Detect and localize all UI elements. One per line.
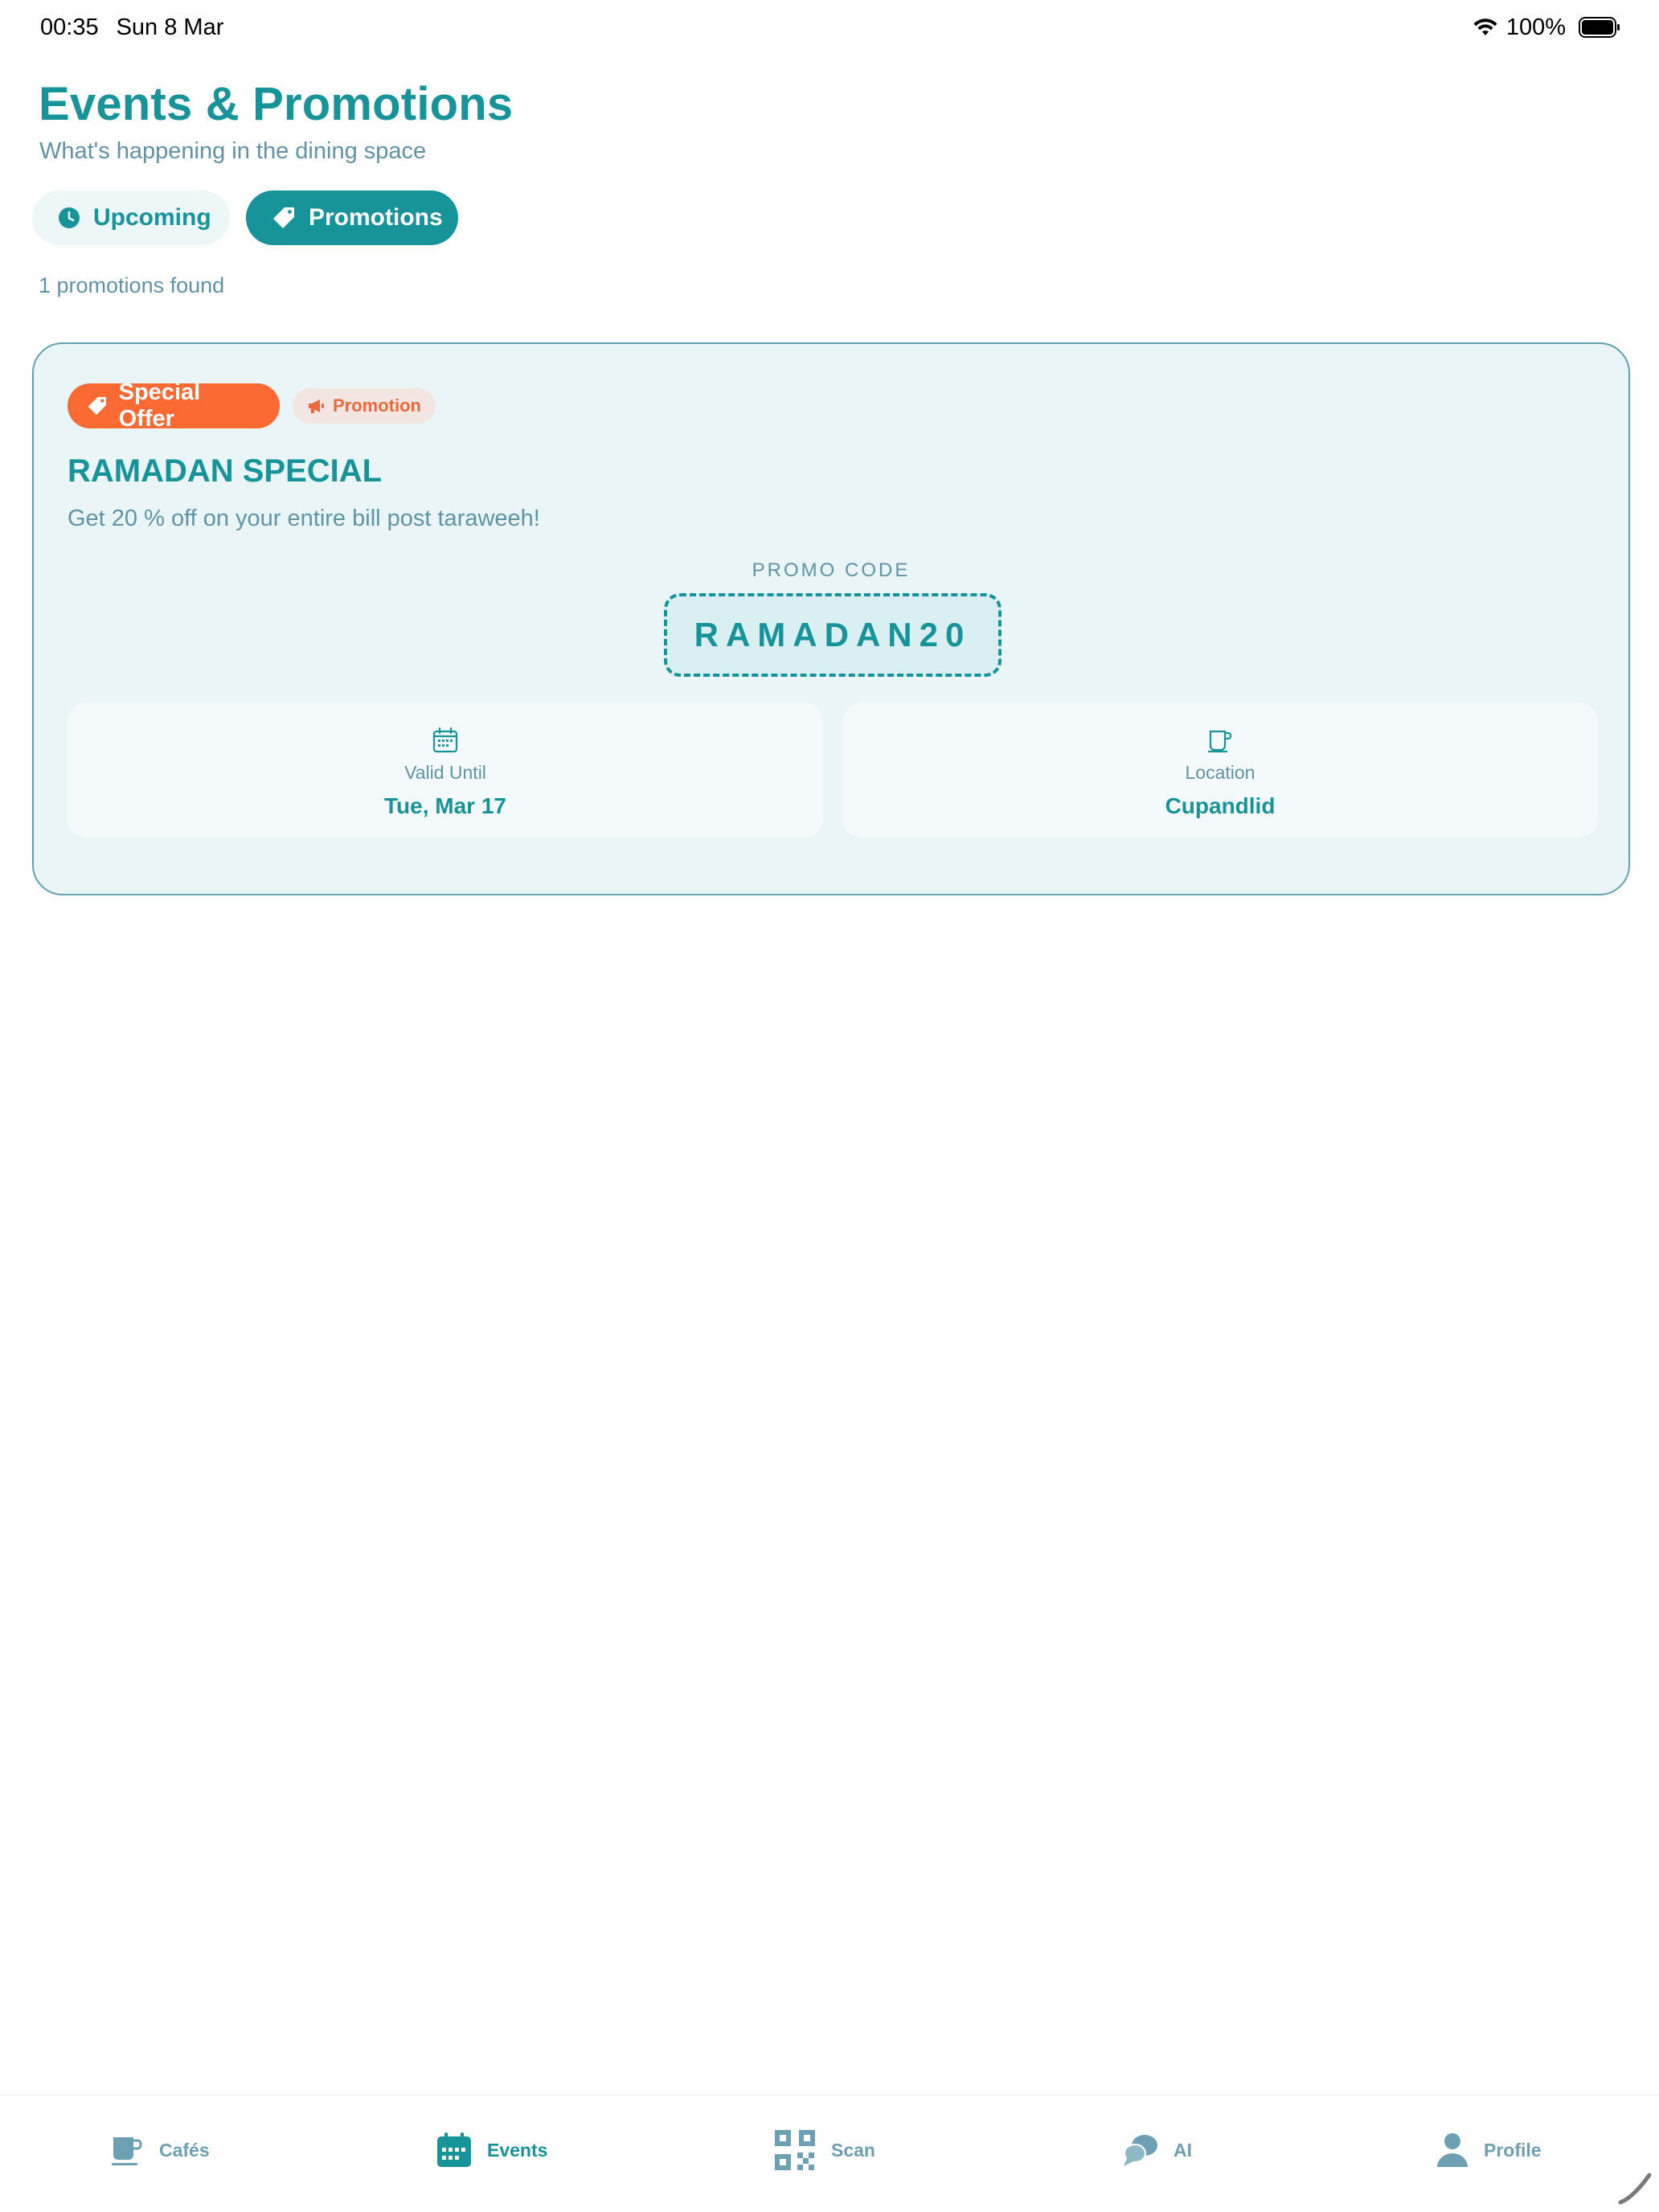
result-count: 1 promotions found: [39, 273, 225, 297]
wifi-icon: [1473, 18, 1497, 35]
valid-until-value: Tue, Mar 17: [384, 793, 506, 818]
battery-percent: 100%: [1505, 14, 1566, 40]
nav-label-profile: Profile: [1484, 2139, 1542, 2161]
promotion-card[interactable]: Special Offer Promotion RAMADAN SPECIAL …: [32, 342, 1630, 895]
bottom-nav: Cafés Events Scan AI Profile: [0, 2095, 1659, 2212]
tab-upcoming-label: Upcoming: [93, 204, 211, 231]
tab-upcoming[interactable]: Upcoming: [32, 190, 230, 245]
promo-code[interactable]: RAMADAN20: [664, 593, 1002, 677]
promotion-title: RAMADAN SPECIAL: [68, 453, 383, 489]
promotion-type-badge: Promotion: [293, 388, 436, 424]
events-promotions-screen: 00:35 Sun 8 Mar 100% Events & Promotions…: [0, 0, 1659, 2212]
calendar-icon: [432, 727, 458, 753]
nav-item-events[interactable]: Events: [436, 2128, 547, 2173]
clock-icon: [59, 207, 80, 228]
status-time: 00:35: [40, 14, 99, 40]
battery-icon: [1579, 17, 1620, 38]
user-icon: [1437, 2133, 1468, 2167]
special-offer-badge: Special Offer: [68, 379, 280, 432]
promotion-description: Get 20 % off on your entire bill post ta…: [68, 506, 540, 531]
promo-code-label: PROMO CODE: [752, 559, 911, 581]
nav-item-ai[interactable]: AI: [1122, 2128, 1192, 2173]
valid-until-label: Valid Until: [404, 762, 486, 783]
location-value: Cupandlid: [1165, 793, 1276, 818]
status-left: 00:35 Sun 8 Mar: [40, 11, 223, 41]
nav-label-ai: AI: [1174, 2139, 1192, 2161]
nav-item-profile[interactable]: Profile: [1436, 2128, 1542, 2173]
nav-item-scan[interactable]: Scan: [773, 2128, 875, 2173]
valid-until-box: Valid Until Tue, Mar 17: [68, 703, 823, 838]
nav-label-scan: Scan: [831, 2139, 875, 2161]
location-label: Location: [1185, 762, 1256, 783]
tag-icon: [88, 396, 106, 416]
scroll-handle-icon: [1618, 2173, 1652, 2205]
status-right: 100%: [1473, 11, 1620, 41]
status-bar: 00:35 Sun 8 Mar 100%: [0, 0, 1659, 51]
megaphone-icon: [309, 399, 324, 413]
calendar-icon: [437, 2132, 471, 2167]
qr-code-icon: [775, 2130, 815, 2170]
page-title: Events & Promotions: [39, 78, 514, 130]
status-date: Sun 8 Mar: [116, 14, 224, 40]
tab-promotions-label: Promotions: [309, 204, 443, 231]
tab-promotions[interactable]: Promotions: [246, 190, 458, 245]
page-subtitle: What's happening in the dining space: [39, 138, 427, 164]
nav-label-events: Events: [487, 2139, 548, 2161]
location-box: Location Cupandlid: [842, 703, 1598, 838]
promotion-type-label: Promotion: [333, 395, 421, 416]
coffee-cup-icon: [1207, 730, 1232, 753]
special-offer-label: Special Offer: [118, 379, 201, 432]
nav-label-cafes: Cafés: [159, 2139, 210, 2161]
tag-icon: [273, 207, 294, 228]
chat-bubbles-icon: [1124, 2135, 1157, 2166]
coffee-cup-icon: [112, 2137, 142, 2165]
filter-tabs: Upcoming Promotions: [32, 190, 458, 245]
promotion-badges: Special Offer Promotion: [68, 379, 436, 432]
nav-item-cafes[interactable]: Cafés: [109, 2128, 210, 2173]
